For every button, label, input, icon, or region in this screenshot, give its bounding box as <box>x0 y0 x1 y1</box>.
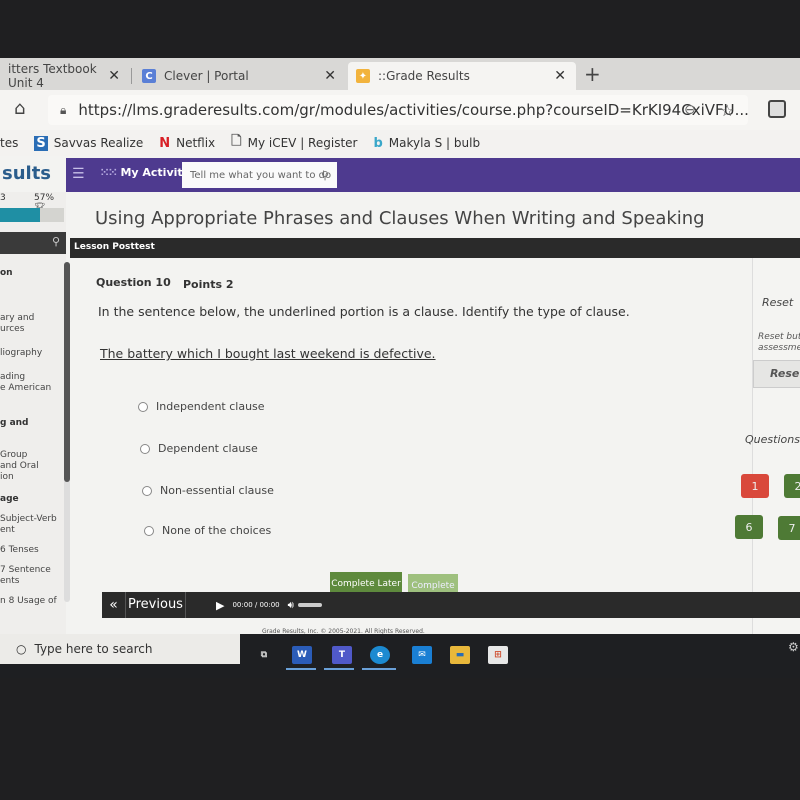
tab-separator <box>131 68 132 84</box>
choice-dependent[interactable]: Dependent clause <box>140 442 258 455</box>
volume-icon[interactable]: 🔊︎ <box>288 600 294 611</box>
bookmark-icev[interactable]: 🗋 My iCEV | Register <box>231 132 357 154</box>
search-icon: ○ <box>16 642 27 656</box>
url-text: https://lms.graderesults.com/gr/modules/… <box>78 101 749 119</box>
edge-icon[interactable]: e <box>370 646 390 664</box>
first-page-button[interactable]: « <box>102 592 126 618</box>
help-search-input[interactable]: Tell me what you want to do ⚲ <box>182 162 337 188</box>
question-nav-2[interactable]: 2 <box>784 474 800 498</box>
question-nav-7[interactable]: 7 <box>778 516 800 540</box>
edge-running-indicator <box>362 668 396 670</box>
sidebar-item[interactable]: on <box>0 268 64 279</box>
sidebar-search[interactable]: ⚲ <box>0 232 66 254</box>
app-logo[interactable]: sults <box>0 158 66 192</box>
choice-non-essential[interactable]: Non-essential clause <box>142 484 274 497</box>
radio-button[interactable] <box>144 525 154 536</box>
radio-button[interactable] <box>138 401 148 412</box>
audio-player-bar: « Previous ▶ 00:00 / 00:00 🔊︎ <box>102 592 800 618</box>
questions-heading: Questions <box>745 433 800 446</box>
progress-bar <box>0 208 64 222</box>
radio-button[interactable] <box>142 485 152 496</box>
new-tab-button[interactable]: + <box>584 62 601 86</box>
store-icon[interactable]: ⊞ <box>488 646 508 664</box>
question-number: Question 10 <box>96 276 171 289</box>
browser-screen: itters Textbook Unit 4 ✕ C Clever | Port… <box>0 58 800 678</box>
section-bar: Lesson Posttest <box>70 238 800 258</box>
question-points: Points 2 <box>183 278 234 291</box>
reset-note: Reset but assessme <box>758 332 800 353</box>
bulb-icon: b <box>373 135 383 151</box>
taskbar-search[interactable]: ○ Type here to search <box>0 634 240 664</box>
address-bar: ⌂ 🔒︎ https://lms.graderesults.com/gr/mod… <box>0 90 800 130</box>
question-prompt: In the sentence below, the underlined po… <box>98 304 630 319</box>
bookmarks-bar: tes S Savvas Realize N Netflix 🗋 My iCEV | … <box>0 130 800 156</box>
close-icon[interactable]: ✕ <box>108 68 120 84</box>
reset-button[interactable]: Reset <box>753 360 800 388</box>
reset-heading: Reset <box>762 296 794 309</box>
radio-button[interactable] <box>140 443 150 454</box>
grade-results-icon: ✦ <box>356 69 370 83</box>
mail-icon[interactable]: ✉ <box>412 646 432 664</box>
bookmark-tes[interactable]: tes <box>0 136 18 150</box>
search-icon: ⚲ <box>51 235 60 248</box>
url-field[interactable]: 🔒︎ https://lms.graderesults.com/gr/modul… <box>48 95 749 125</box>
page-title: Using Appropriate Phrases and Clauses Wh… <box>95 208 705 229</box>
progress-fill <box>0 208 40 222</box>
scrollbar-thumb[interactable] <box>64 262 70 482</box>
tab-label: Clever | Portal <box>164 69 249 83</box>
sidebar-item[interactable]: liography <box>0 348 64 359</box>
bookmark-bulb[interactable]: b Makyla S | bulb <box>373 136 480 151</box>
sidebar-item[interactable]: age <box>0 494 64 505</box>
add-favorite-icon[interactable]: ☆ <box>720 101 734 120</box>
search-icon: ⚲ <box>320 168 329 182</box>
sidebar-item[interactable]: Group and Oral ion <box>0 450 64 483</box>
sidebar-item[interactable]: ary and urces <box>0 313 64 335</box>
tab-label: itters Textbook Unit 4 <box>8 62 97 90</box>
page-icon: 🗋 <box>231 134 242 149</box>
bookmark-netflix[interactable]: N Netflix <box>159 136 215 151</box>
teams-running-indicator <box>324 668 354 670</box>
sidebar-item[interactable]: 6 Tenses <box>0 545 64 556</box>
close-icon[interactable]: ✕ <box>554 68 566 84</box>
bookmark-savvas[interactable]: S Savvas Realize <box>34 135 143 151</box>
volume-slider[interactable] <box>297 603 322 607</box>
sidebar-item[interactable]: g and <box>0 418 64 429</box>
extension-icon[interactable] <box>768 100 786 118</box>
tab-grade-results[interactable]: ✦ ::Grade Results ✕ <box>348 62 576 90</box>
previous-button[interactable]: Previous <box>126 592 186 618</box>
gear-icon[interactable]: ⚙ <box>788 640 799 654</box>
question-sentence: The battery which I bought last weekend … <box>100 346 436 361</box>
word-icon[interactable]: W <box>292 646 312 664</box>
hamburger-menu-icon[interactable]: ☰ <box>72 166 85 182</box>
sidebar-item[interactable]: n 8 Usage of <box>0 596 64 607</box>
task-view-icon[interactable]: ⧉ <box>254 646 274 664</box>
sidebar-item[interactable]: 7 Sentence ents <box>0 565 64 587</box>
teams-icon[interactable]: T <box>332 646 352 664</box>
home-icon[interactable]: ⌂ <box>14 98 25 119</box>
close-icon[interactable]: ✕ <box>324 68 336 84</box>
clever-icon: C <box>142 69 156 83</box>
netflix-icon: N <box>159 135 171 151</box>
tab-bar: itters Textbook Unit 4 ✕ C Clever | Port… <box>0 58 800 90</box>
lock-icon: 🔒︎ <box>60 102 67 117</box>
tab-clever[interactable]: C Clever | Portal ✕ <box>134 62 346 90</box>
tab-label: ::Grade Results <box>378 69 470 83</box>
question-nav-1[interactable]: 1 <box>741 474 769 498</box>
audio-time: 00:00 / 00:00 <box>232 601 280 609</box>
choice-none[interactable]: None of the choices <box>144 524 271 537</box>
sidebar-item[interactable]: Subject-Verb ent <box>0 514 64 536</box>
savvas-icon: S <box>34 135 48 151</box>
file-explorer-icon[interactable]: ▬ <box>450 646 470 664</box>
word-running-indicator <box>286 668 316 670</box>
sidebar-scrollbar[interactable] <box>64 262 70 602</box>
tab-textbook[interactable]: itters Textbook Unit 4 ✕ <box>0 62 130 90</box>
question-nav-6[interactable]: 6 <box>735 515 763 539</box>
play-icon[interactable]: ▶ <box>216 599 224 612</box>
choice-independent[interactable]: Independent clause <box>138 400 265 413</box>
sidebar-item[interactable]: ading e American <box>0 372 64 394</box>
grid-icon: ⁙⁙ <box>100 166 117 179</box>
zoom-out-icon[interactable]: ⊖ <box>684 102 696 118</box>
